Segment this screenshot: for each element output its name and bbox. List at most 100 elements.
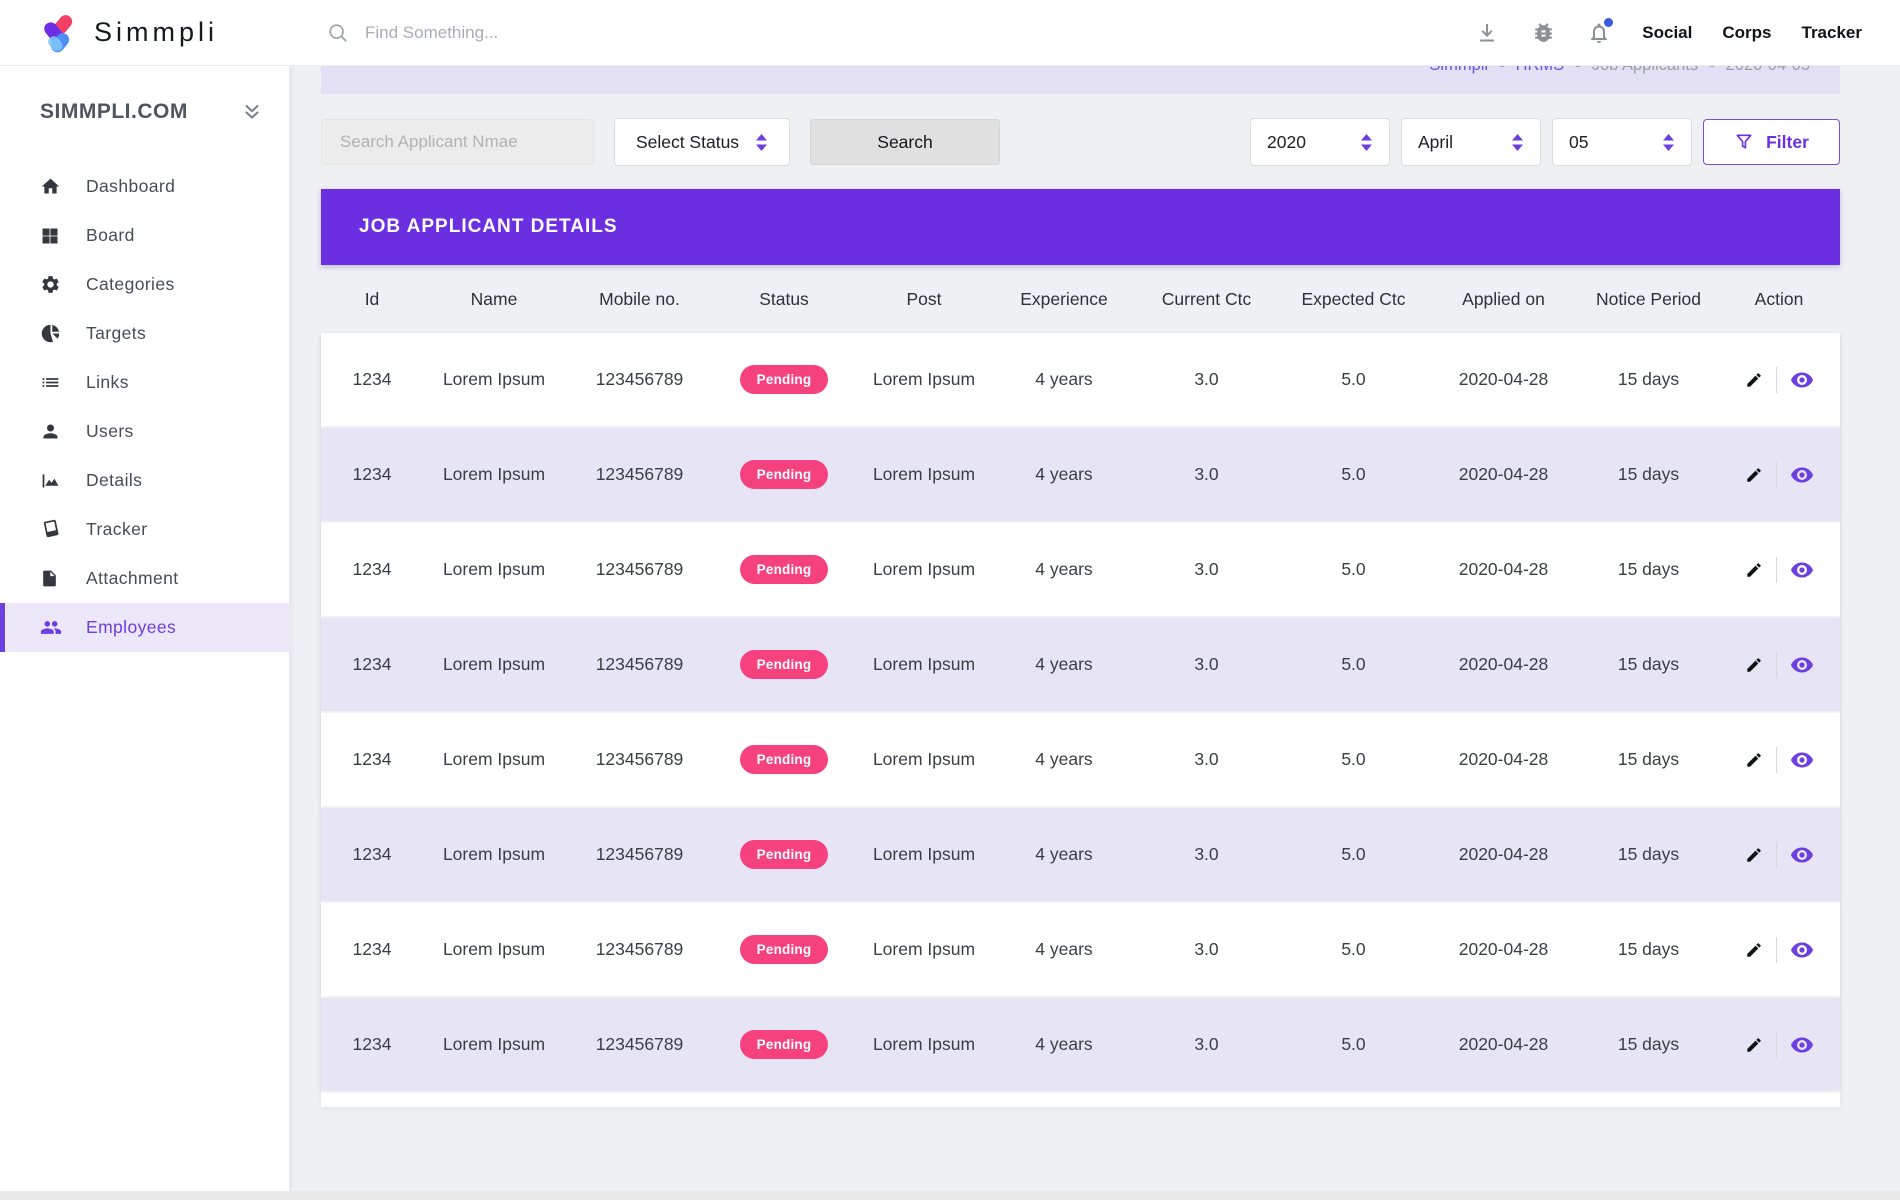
sort-arrows-icon <box>1511 133 1524 152</box>
cell-applied-on: 2020-04-28 <box>1428 749 1579 770</box>
cell-current-ctc: 3.0 <box>1134 654 1279 675</box>
edit-button[interactable] <box>1745 656 1763 674</box>
cell-mobile: 123456789 <box>565 749 714 770</box>
eye-icon <box>1790 653 1814 677</box>
table-row[interactable]: 1234 Lorem Ipsum 123456789 Pending Lorem… <box>321 808 1840 901</box>
cell-action <box>1718 367 1840 393</box>
notification-dot <box>1602 16 1615 29</box>
header-actions: Social Corps Tracker <box>1474 20 1900 46</box>
cell-expected-ctc: 5.0 <box>1279 844 1428 865</box>
nav-link-tracker[interactable]: Tracker <box>1802 23 1863 43</box>
view-button[interactable] <box>1790 368 1814 392</box>
nav-link-social[interactable]: Social <box>1642 23 1692 43</box>
month-select[interactable]: April <box>1401 118 1541 166</box>
global-search <box>327 22 887 44</box>
sidebar-item-employees[interactable]: Employees <box>0 603 289 652</box>
sidebar-item-links[interactable]: Links <box>0 358 289 407</box>
eye-icon <box>1790 1033 1814 1057</box>
table-row[interactable]: 1234 Lorem Ipsum 123456789 Pending Lorem… <box>321 428 1840 521</box>
book-icon <box>40 519 62 541</box>
view-button[interactable] <box>1790 463 1814 487</box>
sidebar-item-users[interactable]: Users <box>0 407 289 456</box>
table-row[interactable]: 1234 Lorem Ipsum 123456789 Pending Lorem… <box>321 713 1840 806</box>
view-button[interactable] <box>1790 748 1814 772</box>
cell-expected-ctc: 5.0 <box>1279 654 1428 675</box>
view-button[interactable] <box>1790 1033 1814 1057</box>
notification-bell-icon[interactable] <box>1586 20 1612 46</box>
cell-action <box>1718 652 1840 678</box>
cell-applied-on: 2020-04-28 <box>1428 654 1579 675</box>
cell-name: Lorem Ipsum <box>423 369 565 390</box>
sidebar-item-attachment[interactable]: Attachment <box>0 554 289 603</box>
edit-button[interactable] <box>1745 1036 1763 1054</box>
cell-status: Pending <box>714 365 854 394</box>
pencil-icon <box>1745 371 1763 389</box>
view-button[interactable] <box>1790 938 1814 962</box>
sidebar-item-categories[interactable]: Categories <box>0 260 289 309</box>
cell-status: Pending <box>714 460 854 489</box>
year-select[interactable]: 2020 <box>1250 118 1390 166</box>
table-row[interactable]: 1234 Lorem Ipsum 123456789 Pending Lorem… <box>321 903 1840 996</box>
sidebar-item-tracker[interactable]: Tracker <box>0 505 289 554</box>
status-select[interactable]: Select Status <box>614 118 790 166</box>
cell-applied-on: 2020-04-28 <box>1428 559 1579 580</box>
sidebar-item-dashboard[interactable]: Dashboard <box>0 162 289 211</box>
table-row[interactable]: 1234 Lorem Ipsum 123456789 Pending Lorem… <box>321 618 1840 711</box>
bug-icon[interactable] <box>1530 20 1556 46</box>
view-button[interactable] <box>1790 653 1814 677</box>
sidebar: SIMMPLI.COM Dashboard Board Categories <box>0 66 289 1192</box>
column-header-current-ctc: Current Ctc <box>1134 289 1279 310</box>
cell-name: Lorem Ipsum <box>423 749 565 770</box>
pencil-icon <box>1745 846 1763 864</box>
sort-arrows-icon <box>755 133 768 152</box>
month-select-value: April <box>1418 132 1453 153</box>
cell-mobile: 123456789 <box>565 559 714 580</box>
edit-button[interactable] <box>1745 561 1763 579</box>
cell-action <box>1718 1032 1840 1058</box>
column-header-applied-on: Applied on <box>1428 289 1579 310</box>
status-badge: Pending <box>740 1030 829 1059</box>
cell-experience: 4 years <box>994 939 1134 960</box>
app-logo[interactable]: Simmpli <box>0 13 289 53</box>
cell-current-ctc: 3.0 <box>1134 749 1279 770</box>
sidebar-item-details[interactable]: Details <box>0 456 289 505</box>
edit-button[interactable] <box>1745 371 1763 389</box>
cell-id: 1234 <box>321 654 423 675</box>
table-row[interactable]: 1234 Lorem Ipsum 123456789 Pending Lorem… <box>321 998 1840 1091</box>
edit-button[interactable] <box>1745 941 1763 959</box>
bottom-strip <box>0 1191 1900 1200</box>
edit-button[interactable] <box>1745 846 1763 864</box>
cell-id: 1234 <box>321 559 423 580</box>
view-button[interactable] <box>1790 843 1814 867</box>
pencil-icon <box>1745 656 1763 674</box>
download-icon[interactable] <box>1474 20 1500 46</box>
action-divider <box>1776 462 1777 488</box>
nav-link-corps[interactable]: Corps <box>1722 23 1771 43</box>
global-search-input[interactable] <box>365 23 825 43</box>
sidebar-item-board[interactable]: Board <box>0 211 289 260</box>
sidebar-item-label: Attachment <box>86 568 179 589</box>
cell-expected-ctc: 5.0 <box>1279 369 1428 390</box>
search-button[interactable]: Search <box>810 119 1000 165</box>
list-icon <box>40 372 62 394</box>
sidebar-item-targets[interactable]: Targets <box>0 309 289 358</box>
view-button[interactable] <box>1790 558 1814 582</box>
cell-current-ctc: 3.0 <box>1134 369 1279 390</box>
eye-icon <box>1790 558 1814 582</box>
edit-button[interactable] <box>1745 751 1763 769</box>
cell-name: Lorem Ipsum <box>423 844 565 865</box>
column-header-id: Id <box>321 289 423 310</box>
day-select[interactable]: 05 <box>1552 118 1692 166</box>
eye-icon <box>1790 938 1814 962</box>
table-row[interactable]: 1234 Lorem Ipsum 123456789 Pending Lorem… <box>321 523 1840 616</box>
edit-button[interactable] <box>1745 466 1763 484</box>
column-header-notice-period: Notice Period <box>1579 289 1718 310</box>
collapse-double-chevron-icon[interactable] <box>241 101 263 123</box>
filter-button[interactable]: Filter <box>1703 119 1840 165</box>
cell-notice-period: 15 days <box>1579 464 1718 485</box>
table-row[interactable]: 1234 Lorem Ipsum 123456789 Pending Lorem… <box>321 333 1840 426</box>
applicant-search-input[interactable] <box>321 119 594 165</box>
cell-status: Pending <box>714 935 854 964</box>
sidebar-item-label: Dashboard <box>86 176 175 197</box>
cell-action <box>1718 842 1840 868</box>
